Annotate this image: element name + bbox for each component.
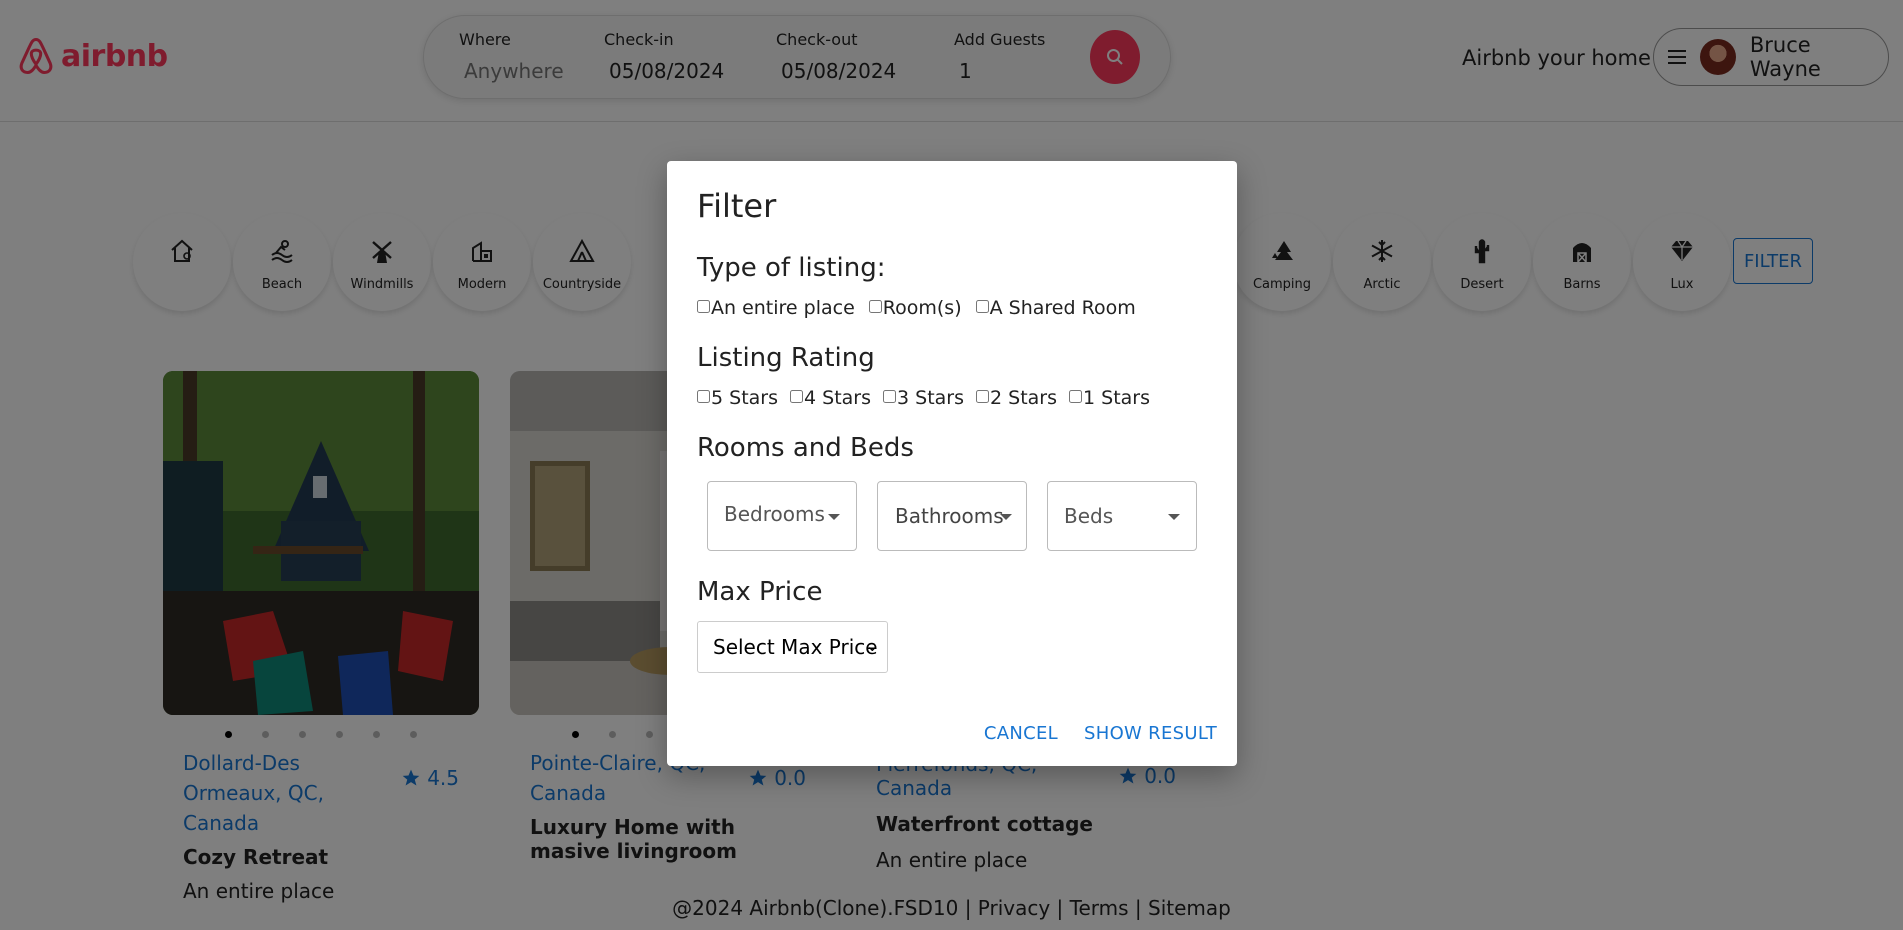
modal-title: Filter [697, 187, 777, 225]
checkbox-label: 3 Stars [897, 387, 964, 409]
rating-option-3[interactable]: 3 Stars [883, 387, 964, 409]
listing-rating-heading: Listing Rating [697, 343, 875, 373]
checkbox-label: A Shared Room [989, 297, 1136, 319]
checkbox-label: 5 Stars [711, 387, 778, 409]
filter-modal: Filter Type of listing: An entire place … [667, 161, 1237, 766]
checkbox[interactable] [1069, 390, 1082, 403]
checkbox[interactable] [976, 390, 989, 403]
checkbox[interactable] [697, 390, 710, 403]
rating-option-5[interactable]: 5 Stars [697, 387, 778, 409]
checkbox[interactable] [868, 300, 882, 313]
chevron-down-icon: ⌄ [865, 636, 879, 655]
show-result-button[interactable]: SHOW RESULT [1084, 723, 1217, 744]
cancel-button[interactable]: CANCEL [984, 723, 1058, 744]
bathrooms-label: Bathrooms [895, 504, 1004, 528]
checkbox-label: 4 Stars [804, 387, 871, 409]
rating-option-2[interactable]: 2 Stars [976, 387, 1057, 409]
checkbox-label: Room(s) [882, 297, 962, 319]
rating-option-1[interactable]: 1 Stars [1069, 387, 1150, 409]
checkbox[interactable] [790, 390, 803, 403]
checkbox[interactable] [883, 390, 896, 403]
checkbox[interactable] [697, 300, 710, 313]
max-price-select[interactable]: Select Max Price ⌄ [697, 621, 888, 673]
checkbox[interactable] [975, 300, 989, 313]
type-option-rooms[interactable]: Room(s) [868, 297, 962, 319]
beds-select[interactable]: Beds [1047, 481, 1197, 551]
checkbox-label: 1 Stars [1083, 387, 1150, 409]
modal-actions: CANCEL SHOW RESULT [984, 723, 1217, 744]
bedrooms-label: Bedrooms [724, 502, 825, 526]
max-price-value: Select Max Price [713, 635, 878, 659]
type-of-listing-options: An entire place Room(s) A Shared Room [697, 297, 1207, 319]
rating-option-4[interactable]: 4 Stars [790, 387, 871, 409]
type-option-shared-room[interactable]: A Shared Room [975, 297, 1136, 319]
chevron-down-icon [1168, 514, 1180, 520]
rooms-and-beds-heading: Rooms and Beds [697, 433, 914, 463]
type-option-entire-place[interactable]: An entire place [697, 297, 855, 319]
bathrooms-select[interactable]: Bathrooms [877, 481, 1027, 551]
chevron-down-icon [828, 514, 840, 520]
beds-label: Beds [1064, 504, 1114, 528]
type-of-listing-heading: Type of listing: [697, 253, 886, 283]
rooms-and-beds-selects: Bedrooms Bathrooms Beds [697, 481, 1207, 551]
checkbox-label: 2 Stars [990, 387, 1057, 409]
listing-rating-options: 5 Stars 4 Stars 3 Stars 2 Stars 1 Stars [697, 387, 1207, 409]
checkbox-label: An entire place [711, 297, 855, 319]
max-price-heading: Max Price [697, 577, 823, 607]
bedrooms-select[interactable]: Bedrooms [707, 481, 857, 551]
chevron-down-icon [1000, 514, 1012, 520]
